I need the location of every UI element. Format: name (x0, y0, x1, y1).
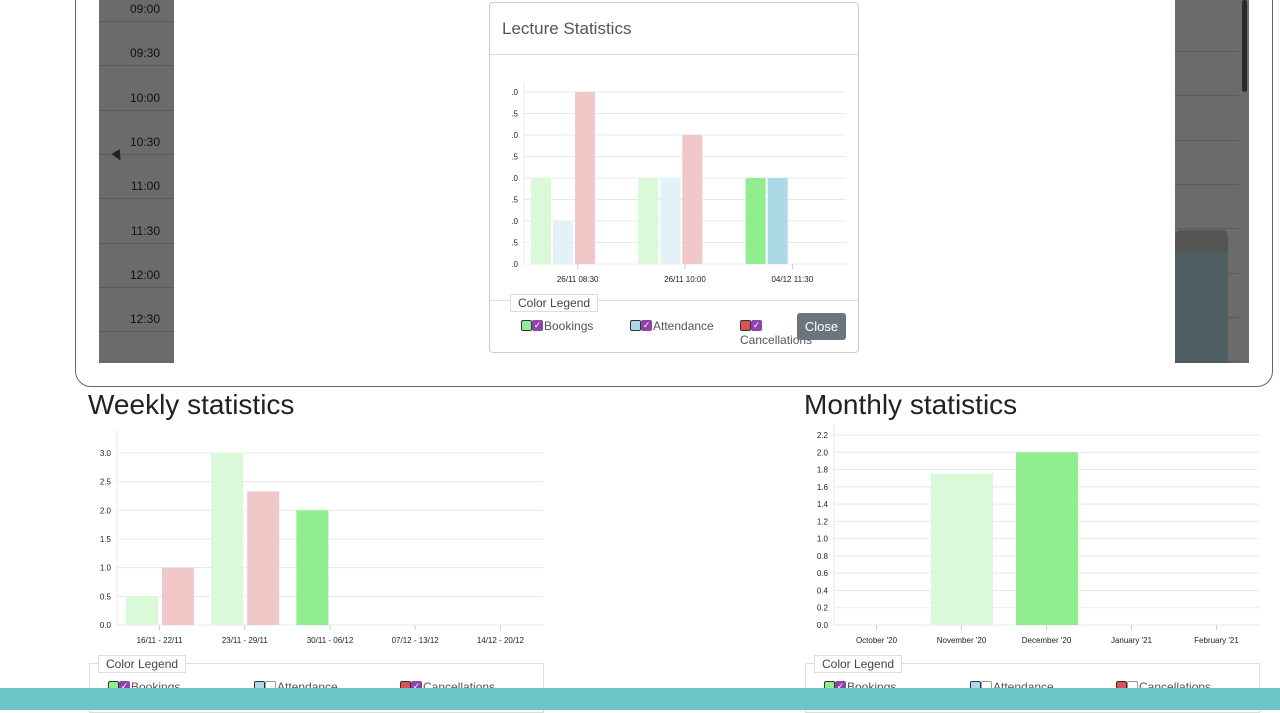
modal-title: Lecture Statistics (502, 19, 632, 38)
check-icon[interactable]: ✓ (532, 320, 543, 331)
calendar-cell[interactable] (1175, 8, 1239, 52)
y-tick-label: 1.5 (100, 535, 112, 544)
check-icon[interactable]: ✓ (641, 320, 652, 331)
y-tick-label: .0 (511, 217, 518, 226)
calendar-event-block[interactable] (1175, 230, 1228, 363)
x-tick-label: November '20 (937, 636, 987, 645)
bar-cancellations (247, 491, 280, 625)
bar-attendance (553, 221, 573, 264)
x-tick-label: February '21 (1194, 636, 1239, 645)
bar-bookings (296, 510, 329, 625)
bar-cancellations (162, 567, 194, 625)
legend-title: Color Legend (814, 655, 903, 673)
bar-bookings (126, 596, 158, 625)
y-tick-label: 3.0 (100, 449, 112, 458)
y-tick-label: 2.0 (100, 506, 112, 515)
bar-bookings (211, 453, 244, 625)
bar-bookings (1016, 452, 1078, 625)
bar-attendance (660, 178, 681, 264)
y-tick-label: 0.5 (100, 592, 112, 601)
x-tick-label: October '20 (856, 636, 898, 645)
time-slot-label: 10:00 (99, 67, 174, 111)
bar-bookings (931, 473, 993, 625)
x-tick-label: 26/11 10:00 (664, 275, 706, 284)
y-tick-label: .0 (511, 88, 518, 97)
bar-attendance (767, 178, 788, 264)
y-tick-label: .5 (511, 110, 518, 119)
x-tick-label: 23/11 - 29/11 (222, 636, 269, 645)
modal-divider (490, 54, 858, 55)
scrollbar-thumb[interactable] (1242, 0, 1247, 92)
calendar-cell[interactable] (1175, 97, 1239, 141)
legend-title: Color Legend (510, 294, 599, 312)
y-tick-label: 1.0 (100, 564, 112, 573)
bar-bookings (638, 178, 659, 264)
footer-bar (0, 688, 1280, 710)
y-tick-label: 1.8 (817, 466, 829, 475)
bar-cancellations (682, 135, 703, 264)
lecture-chart: .0 .5 .0 .5 .0 .5 .0 .5 .0 26/11 08:30 26/11 10:00… (511, 82, 846, 284)
x-tick-label: 04/12 11:30 (771, 275, 813, 284)
y-tick-label: 1.4 (817, 500, 829, 509)
y-tick-label: 0.8 (817, 552, 829, 561)
y-tick-label: .0 (511, 260, 518, 269)
y-tick-label: .5 (511, 153, 518, 162)
calendar-cell[interactable] (1175, 52, 1239, 97)
time-slot-label: 11:00 (99, 155, 174, 200)
time-slot-label: 10:30 (99, 111, 174, 155)
time-slot-label: 11:30 (99, 200, 174, 244)
legend-attendance-label: Attendance (653, 319, 714, 333)
y-tick-label: 0.0 (817, 621, 829, 630)
time-slot-label: 09:00 (99, 0, 174, 22)
y-tick-label: 1.0 (817, 535, 829, 544)
y-tick-label: 0.4 (817, 586, 829, 595)
x-tick-label: 30/11 - 06/12 (307, 636, 354, 645)
y-tick-label: .0 (511, 174, 518, 183)
weekly-title: Weekly statistics (88, 389, 295, 420)
cancellations-swatch (740, 320, 751, 331)
x-tick-label: 07/12 - 13/12 (392, 636, 440, 645)
calendar-cell[interactable] (1175, 185, 1239, 230)
legend-title: Color Legend (98, 655, 187, 673)
legend-attendance[interactable]: ✓ Attendance (630, 319, 714, 333)
time-column: 09:00 09:30 10:00 10:30 11:00 11:30 12:00 12:30 (99, 0, 174, 363)
y-tick-label: 2.2 (817, 431, 829, 440)
x-tick-label: December '20 (1022, 636, 1072, 645)
legend-bookings[interactable]: ✓ Bookings (521, 319, 593, 333)
monthly-chart: 0.0 0.2 0.4 0.6 0.8 1.0 1.2 1.4 1.6 1.8 2.0 2.2 Octo… (817, 425, 1259, 645)
lecture-statistics-modal: Lecture Statistics .0 .5 .0 .5 .0 .5 .0 .5 .0 26/… (489, 2, 859, 353)
weekly-chart: 0.0 0.5 1.0 1.5 2.0 2.5 3.0 16/11 - 22/11 23/11 … (100, 430, 543, 645)
time-slot-label: 12:30 (99, 288, 174, 333)
y-tick-label: 0.2 (817, 604, 829, 613)
y-tick-label: 1.2 (817, 517, 829, 526)
bookings-swatch (521, 320, 532, 331)
close-button[interactable]: Close (797, 313, 846, 340)
x-tick-label: 26/11 08:30 (557, 275, 599, 284)
y-tick-label: 2.0 (817, 448, 829, 457)
y-tick-label: 2.5 (100, 478, 112, 487)
calendar-cell[interactable] (1175, 141, 1239, 185)
time-slot-label: 12:00 (99, 244, 174, 288)
y-tick-label: 0.0 (100, 621, 112, 630)
modal-legend: Color Legend ✓ Bookings ✓ Attendance ✓ Can… (490, 294, 858, 347)
bar-cancellations (575, 92, 595, 264)
check-icon[interactable]: ✓ (751, 320, 762, 331)
y-tick-label: 0.6 (817, 569, 829, 578)
y-tick-label: 1.6 (817, 483, 829, 492)
y-tick-label: .0 (511, 131, 518, 140)
x-tick-label: January '21 (1111, 636, 1153, 645)
x-tick-label: 14/12 - 20/12 (477, 636, 525, 645)
y-tick-label: .5 (511, 196, 518, 205)
time-slot-label: 09:30 (99, 22, 174, 67)
monthly-title: Monthly statistics (804, 389, 1018, 420)
bar-bookings (531, 178, 551, 264)
bar-bookings (745, 178, 766, 264)
attendance-swatch (630, 320, 641, 331)
y-tick-label: .5 (511, 239, 518, 248)
x-tick-label: 16/11 - 22/11 (137, 636, 184, 645)
legend-bookings-label: Bookings (544, 319, 594, 333)
